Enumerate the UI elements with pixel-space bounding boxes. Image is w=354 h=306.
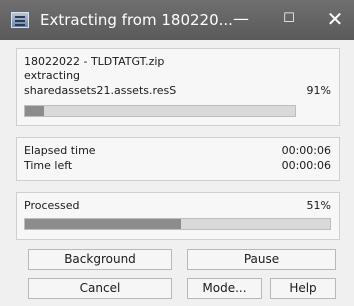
time-left-label: Time left [24,159,73,172]
file-progress-fill [25,106,44,116]
time-left-row: Time left 00:00:06 [24,159,331,172]
processed-progress-bar [24,218,331,230]
title-bar[interactable]: Extracting from 180220... — ☐ ✕ [0,0,354,40]
file-percent: 91% [306,84,331,97]
close-icon[interactable]: ✕ [314,0,354,40]
archive-app-icon [11,12,29,28]
time-left-value: 00:00:06 [281,159,331,172]
current-file-name: sharedassets21.assets.resS [24,84,177,97]
pause-button[interactable]: Pause [187,249,336,270]
elapsed-row: Elapsed time 00:00:06 [24,144,331,157]
help-button[interactable]: Help [270,278,336,299]
extraction-dialog: Extracting from 180220... — ☐ ✕ 18022022… [0,0,354,306]
processed-percent: 51% [306,199,331,212]
processed-progress-fill [25,219,181,229]
maximize-icon[interactable]: ☐ [268,0,310,40]
file-progress-bar [24,105,296,117]
elapsed-value: 00:00:06 [281,144,331,157]
processed-label: Processed [24,199,80,212]
action-label: extracting [24,69,81,82]
processed-panel: Processed 51% [16,192,340,240]
time-panel: Elapsed time 00:00:06 Time left 00:00:06 [16,137,340,181]
archive-name: 18022022 - TLDTATGT.zip [24,55,165,68]
mode-button[interactable]: Mode... [187,278,262,299]
cancel-button[interactable]: Cancel [28,278,172,299]
processed-row: Processed 51% [24,199,331,212]
file-progress-panel: 18022022 - TLDTATGT.zip extracting share… [16,48,340,126]
window-title: Extracting from 180220... [40,11,233,29]
minimize-icon[interactable]: — [220,0,262,40]
current-file-row: sharedassets21.assets.resS 91% [24,84,331,97]
background-button[interactable]: Background [28,249,172,270]
elapsed-label: Elapsed time [24,144,96,157]
